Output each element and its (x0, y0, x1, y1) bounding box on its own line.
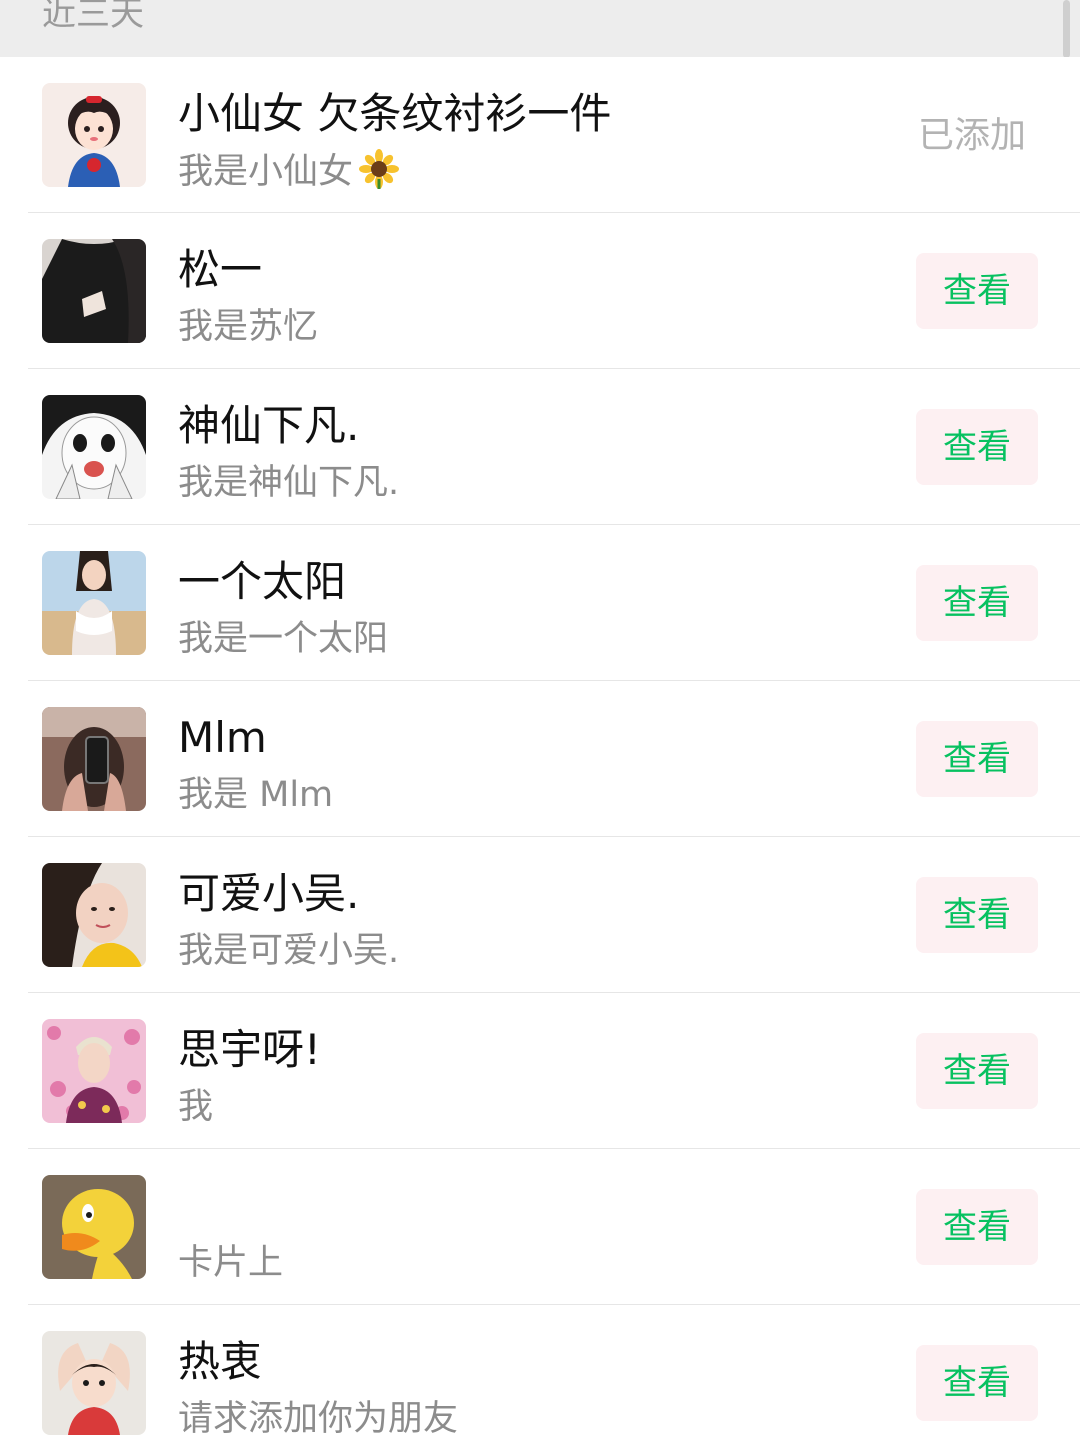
contact-name: 小仙女 欠条纹衬衫一件 (178, 89, 612, 138)
new-friends-page: 近三天 小仙女 欠条纹衬衫一件 我是小仙女 已添加 松一 我是苏忆 查看 神仙下… (0, 0, 1080, 1439)
request-message: 我是苏忆 (178, 307, 319, 347)
view-button[interactable]: 查看 (916, 565, 1038, 641)
view-button[interactable]: 查看 (916, 1033, 1038, 1109)
request-message: 请求添加你为朋友 (178, 1399, 459, 1439)
view-button[interactable]: 查看 (916, 721, 1038, 797)
avatar[interactable] (42, 395, 146, 499)
avatar[interactable] (42, 863, 146, 967)
friend-request-row[interactable]: 热衷 请求添加你为朋友 查看 (0, 1305, 1080, 1439)
friend-request-row[interactable]: 卡片上 查看 (0, 1149, 1080, 1305)
request-message: 我是 Mlm (178, 775, 334, 815)
friend-request-list: 小仙女 欠条纹衬衫一件 我是小仙女 已添加 松一 我是苏忆 查看 神仙下凡. 我… (0, 57, 1080, 1439)
view-button[interactable]: 查看 (916, 1189, 1038, 1265)
friend-request-row[interactable]: 松一 我是苏忆 查看 (0, 213, 1080, 369)
sunflower-icon (359, 149, 400, 189)
avatar[interactable] (42, 707, 146, 811)
request-message: 我是小仙女 (178, 149, 400, 194)
request-message: 我是一个太阳 (178, 619, 389, 659)
contact-name: 松一 (178, 245, 263, 294)
avatar[interactable] (42, 83, 146, 187)
friend-request-row[interactable]: Mlm 我是 Mlm 查看 (0, 681, 1080, 837)
friend-request-row[interactable]: 可爱小吴. 我是可爱小吴. 查看 (0, 837, 1080, 993)
friend-request-row[interactable]: 神仙下凡. 我是神仙下凡. 查看 (0, 369, 1080, 525)
avatar[interactable] (42, 1175, 146, 1279)
friend-request-row[interactable]: 一个太阳 我是一个太阳 查看 (0, 525, 1080, 681)
added-status: 已添加 (917, 115, 1026, 156)
contact-name: 热衷 (178, 1337, 263, 1386)
request-message-text: 我是小仙女 (178, 152, 354, 192)
avatar[interactable] (42, 551, 146, 655)
request-message: 我是可爱小吴. (178, 931, 400, 971)
friend-request-row[interactable]: 思宇呀! 我 查看 (0, 993, 1080, 1149)
view-button[interactable]: 查看 (916, 1345, 1038, 1421)
section-header: 近三天 (0, 0, 1080, 58)
view-button[interactable]: 查看 (916, 409, 1038, 485)
avatar[interactable] (42, 1331, 146, 1435)
view-button[interactable]: 查看 (916, 253, 1038, 329)
request-message: 卡片上 (178, 1243, 284, 1283)
scrollbar[interactable] (1063, 0, 1070, 58)
avatar[interactable] (42, 1019, 146, 1123)
contact-name: 可爱小吴. (178, 869, 360, 918)
contact-name: 神仙下凡. (178, 401, 360, 450)
contact-name: Mlm (178, 713, 267, 762)
view-button[interactable]: 查看 (916, 877, 1038, 953)
contact-name: 思宇呀! (178, 1025, 321, 1074)
request-message: 我 (178, 1087, 214, 1127)
avatar[interactable] (42, 239, 146, 343)
request-message: 我是神仙下凡. (178, 463, 400, 503)
section-title: 近三天 (42, 0, 144, 34)
contact-name: 一个太阳 (178, 557, 347, 606)
friend-request-row[interactable]: 小仙女 欠条纹衬衫一件 我是小仙女 已添加 (0, 57, 1080, 213)
